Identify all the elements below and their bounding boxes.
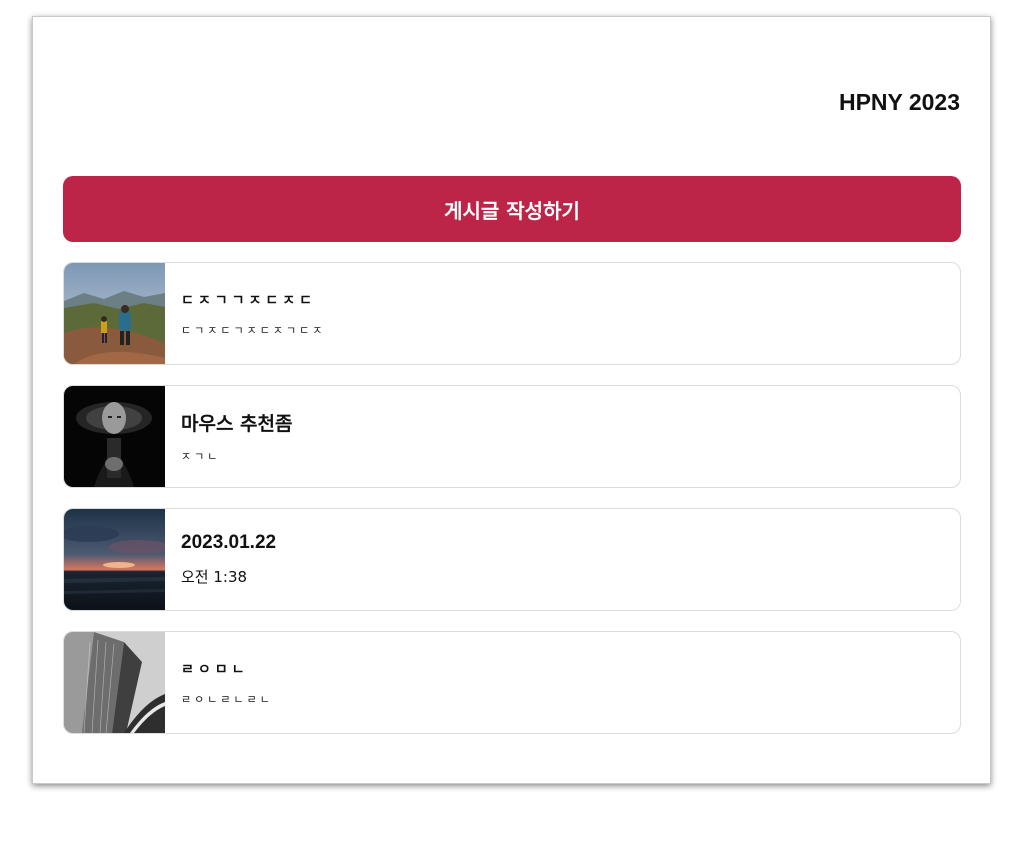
post-list: ㄷㅈㄱㄱㅈㄷㅈㄷ ㄷㄱㅈㄷㄱㅈㄷㅈㄱㄷㅈ 마우스 추천좀 ㅈㄱㄴ 2023.01… bbox=[63, 262, 961, 754]
portrait-motion-blur-photo bbox=[64, 386, 165, 487]
post-item[interactable]: 마우스 추천좀 ㅈㄱㄴ bbox=[63, 385, 961, 488]
post-subtitle: 오전 1:38 bbox=[181, 568, 248, 586]
write-post-button[interactable]: 게시글 작성하기 bbox=[63, 176, 961, 242]
sunset-sea-photo bbox=[64, 509, 165, 610]
post-title: ㄹㅇㅁㄴ bbox=[181, 661, 249, 678]
app-window: HPNY 2023 게시글 작성하기 ㄷㅈㄱㄱㅈㄷㅈㄷ ㄷㄱㅈㄷㄱㅈㄷㅈㄱㄷㅈ … bbox=[32, 16, 991, 784]
post-subtitle: ㅈㄱㄴ bbox=[181, 450, 221, 463]
post-subtitle: ㄷㄱㅈㄷㄱㅈㄷㅈㄱㄷㅈ bbox=[181, 323, 326, 337]
post-title: 마우스 추천좀 bbox=[181, 413, 293, 435]
post-item[interactable]: ㄹㅇㅁㄴ ㄹㅇㄴㄹㄴㄹㄴ bbox=[63, 631, 961, 734]
post-title: 2023.01.22 bbox=[181, 532, 277, 553]
skyscraper-photo bbox=[64, 632, 165, 733]
post-title: ㄷㅈㄱㄱㅈㄷㅈㄷ bbox=[181, 292, 317, 309]
post-item[interactable]: 2023.01.22 오전 1:38 bbox=[63, 508, 961, 611]
hikers-mountain-photo bbox=[64, 263, 165, 364]
post-subtitle: ㄹㅇㄴㄹㄴㄹㄴ bbox=[181, 692, 273, 706]
page-title: HPNY 2023 bbox=[838, 89, 960, 115]
post-item[interactable]: ㄷㅈㄱㄱㅈㄷㅈㄷ ㄷㄱㅈㄷㄱㅈㄷㅈㄱㄷㅈ bbox=[63, 262, 961, 365]
